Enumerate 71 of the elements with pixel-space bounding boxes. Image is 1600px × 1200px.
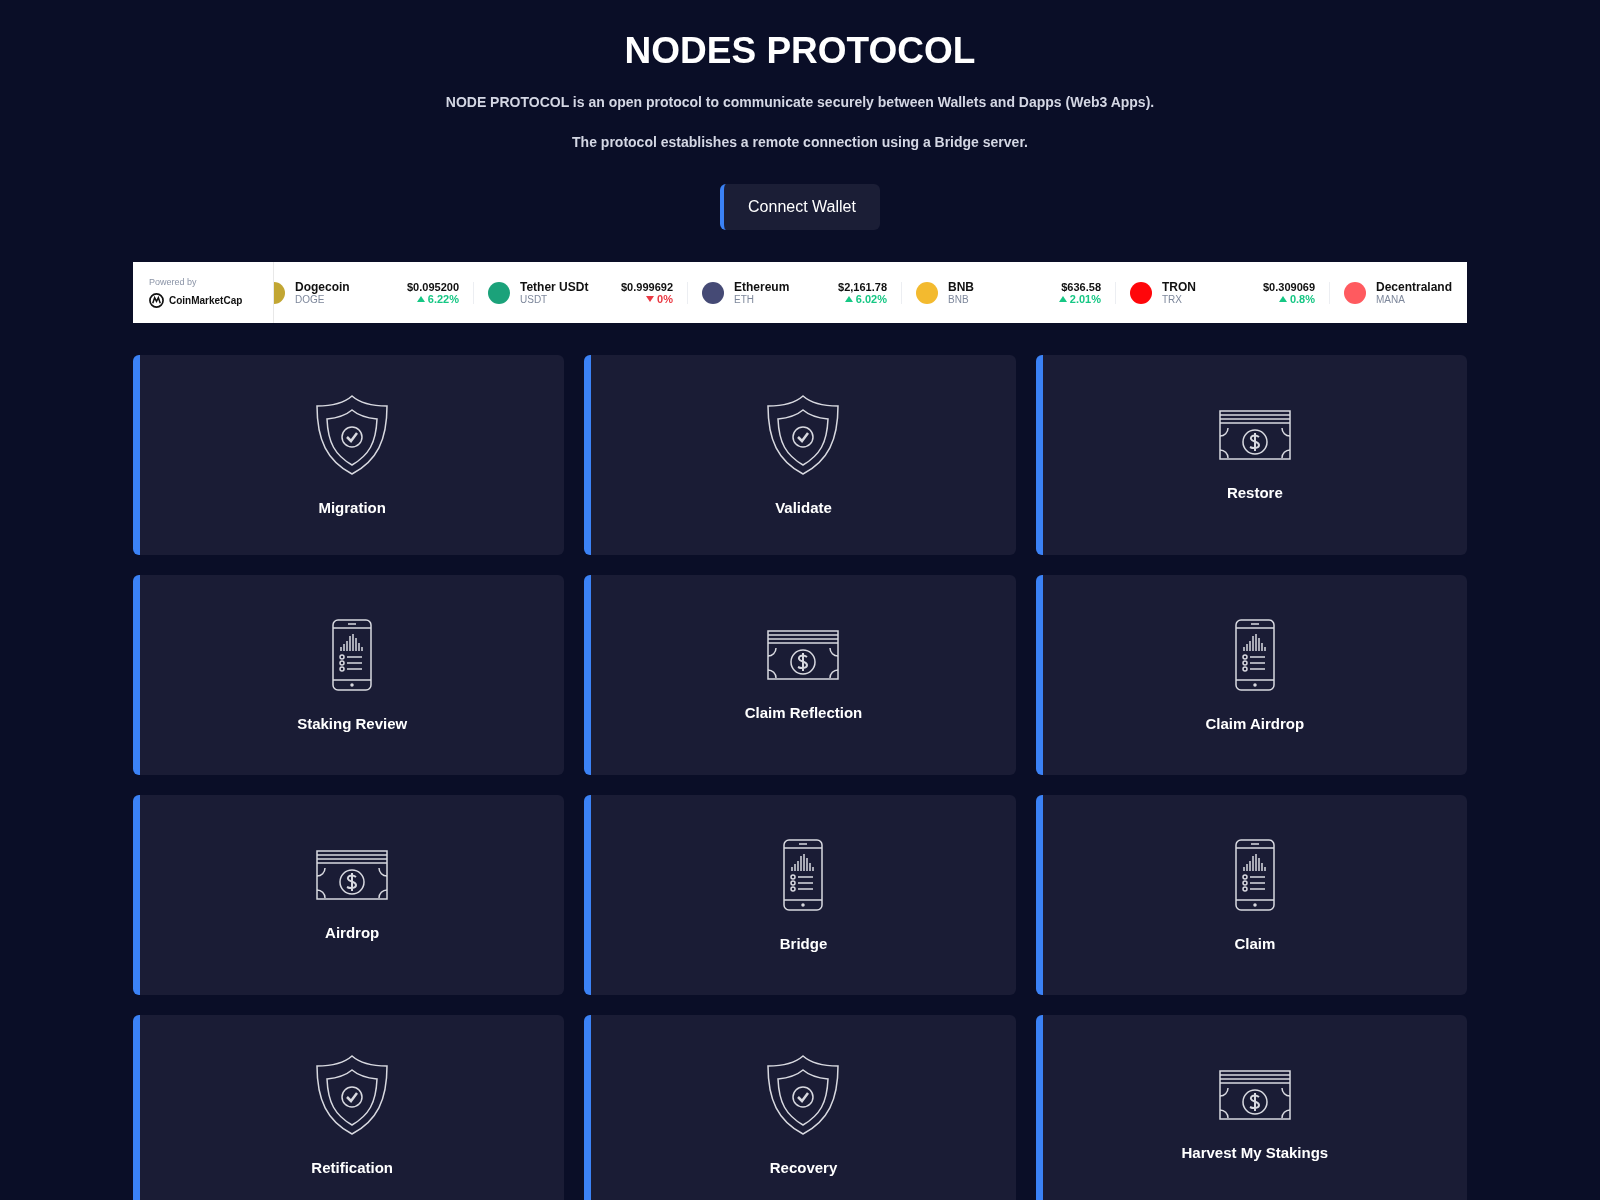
action-card[interactable]: Claim	[1035, 795, 1467, 995]
phone-chart-icon	[1234, 838, 1275, 911]
banknote-icon	[1218, 1069, 1291, 1120]
card-label: Migration	[318, 498, 386, 516]
coin-symbol: TRX	[1162, 294, 1183, 305]
page-title: NODES PROTOCOL	[624, 30, 976, 72]
action-card[interactable]: Airdrop	[133, 795, 565, 995]
phone-chart-icon	[332, 618, 373, 691]
action-card[interactable]: Validate	[584, 355, 1016, 555]
coin-price: $0.999692	[621, 280, 673, 293]
price-change: 0.8%	[1289, 292, 1315, 305]
card-label: Claim	[1234, 934, 1276, 952]
coin-name: BNB	[948, 280, 975, 294]
card-label: Claim Airdrop	[1205, 714, 1305, 732]
action-card[interactable]: Retification	[133, 1015, 565, 1200]
action-card[interactable]: Bridge	[584, 795, 1016, 995]
description-text: NODE PROTOCOL is an open protocol to communicate securely between Wallets and Dapps (Web3 Apps).	[445, 94, 1155, 110]
shield-check-icon	[766, 1054, 841, 1135]
brand-logo-icon	[149, 293, 164, 308]
coin-icon	[702, 281, 724, 304]
action-card[interactable]: Migration	[133, 355, 565, 555]
coin-symbol: ETH	[734, 294, 755, 305]
coin-icon	[916, 281, 938, 304]
description-text: The protocol establishes a remote connection using a Bridge server.	[572, 134, 1028, 150]
shield-check-icon	[315, 394, 390, 475]
shield-check-icon	[315, 1054, 390, 1135]
coin-symbol: DOGE	[295, 294, 326, 305]
banknote-icon	[1218, 409, 1291, 460]
coin-name: TRON	[1162, 280, 1197, 294]
price-change: 0%	[657, 292, 673, 305]
price-change: 6.22%	[427, 292, 459, 305]
coin-name: Ethereum	[734, 280, 791, 294]
coin-icon	[1344, 281, 1366, 304]
action-card[interactable]: Staking Review	[133, 575, 565, 775]
shield-check-icon	[766, 394, 841, 475]
card-label: Validate	[775, 498, 832, 516]
price-change: 6.02%	[855, 292, 887, 305]
action-card[interactable]: Restore	[1035, 355, 1467, 555]
banknote-icon	[767, 629, 840, 680]
phone-chart-icon	[1234, 618, 1275, 691]
coin-symbol: USDT	[520, 294, 549, 305]
phone-chart-icon	[783, 838, 824, 911]
powered-by-text: Powered by	[149, 277, 198, 287]
action-card[interactable]: Recovery	[584, 1015, 1016, 1200]
card-label: Recovery	[769, 1158, 838, 1176]
coin-icon	[1130, 281, 1152, 304]
brand-name: CoinMarketCap	[169, 295, 243, 306]
card-label: Staking Review	[297, 714, 408, 732]
banknote-icon	[316, 849, 389, 900]
coin-symbol: MANA	[1376, 294, 1406, 305]
coin-icon	[488, 281, 510, 304]
card-label: Bridge	[779, 934, 828, 952]
coin-name: Dogecoin	[295, 280, 351, 294]
coin-icon	[274, 281, 285, 304]
coin-price: $0.095200	[407, 280, 459, 293]
card-label: Claim Reflection	[744, 703, 863, 721]
coin-price: $636.58	[1061, 280, 1101, 293]
coin-price: $0.309069	[1263, 280, 1315, 293]
card-label: Airdrop	[325, 923, 380, 941]
connect-wallet-button[interactable]: Connect Wallet	[720, 184, 880, 230]
price-change: 2.01%	[1069, 292, 1101, 305]
coin-symbol: BNB	[948, 294, 970, 305]
card-label: Restore	[1226, 483, 1283, 501]
action-card[interactable]: Harvest My Stakings	[1035, 1015, 1467, 1200]
coin-name: Tether USDt	[520, 280, 590, 294]
action-card[interactable]: Claim Airdrop	[1035, 575, 1467, 775]
coin-price: $2,161.78	[838, 280, 887, 293]
action-card[interactable]: Claim Reflection	[584, 575, 1016, 775]
card-label: Retification	[311, 1158, 393, 1176]
coin-name: Decentraland	[1376, 280, 1453, 294]
card-label: Harvest My Stakings	[1181, 1143, 1329, 1161]
